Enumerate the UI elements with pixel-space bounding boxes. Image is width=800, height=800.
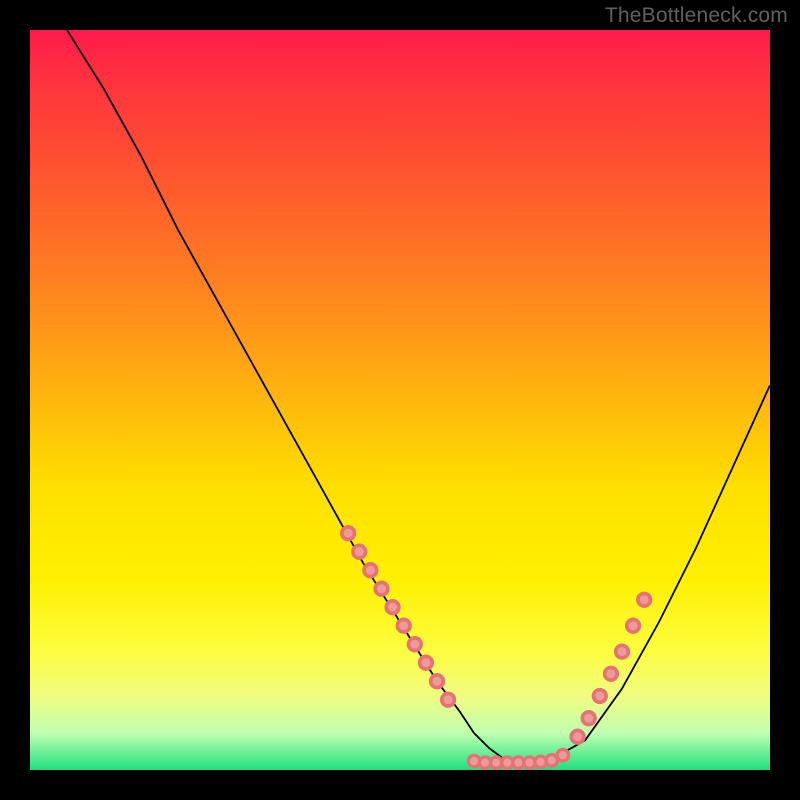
chart-root: TheBottleneck.com [0,0,800,800]
watermark-text: TheBottleneck.com [605,4,788,28]
plot-background [30,30,770,770]
